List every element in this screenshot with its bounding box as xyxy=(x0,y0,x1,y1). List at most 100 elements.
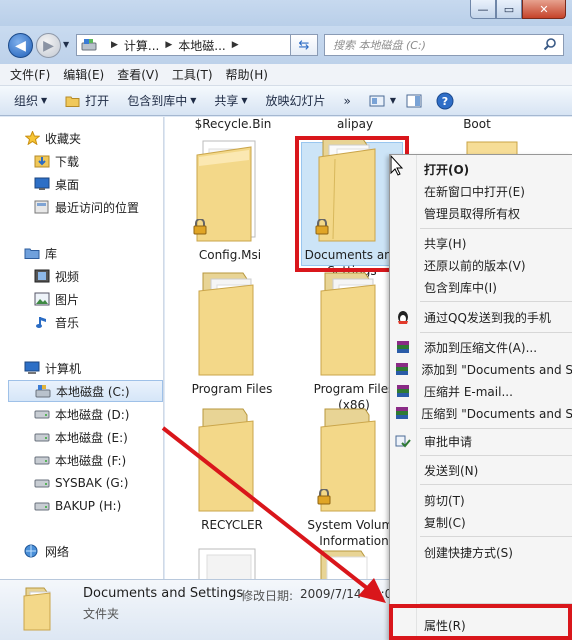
breadcrumb-computer[interactable]: 计算... ▶ xyxy=(124,37,172,54)
context-compress-email[interactable]: 压缩并 E-mail... xyxy=(390,381,572,401)
context-copy[interactable]: 复制(C) xyxy=(390,512,572,532)
window-controls: — ▭ ✕ xyxy=(470,0,566,19)
context-compress-to-rar[interactable]: 压缩到 "Documents and S xyxy=(390,403,572,423)
menu-separator xyxy=(420,603,572,604)
more-button[interactable]: » xyxy=(344,94,351,108)
context-send-to[interactable]: 发送到(N) xyxy=(390,460,572,480)
folder-icon xyxy=(198,272,254,376)
include-in-library-button[interactable]: 包含到库中 ▼ xyxy=(127,92,196,109)
recent-pages-dropdown[interactable]: ▼ xyxy=(63,40,69,49)
breadcrumb-label: 本地磁... xyxy=(178,38,226,53)
context-open-new-window[interactable]: 在新窗口中打开(E) xyxy=(390,181,572,201)
computer-icon xyxy=(24,361,40,375)
folder-item-program-files[interactable]: Program Files xyxy=(177,269,287,397)
sidebar-item-label: 音乐 xyxy=(55,315,80,330)
folder-item-recycler[interactable]: RECYCLER xyxy=(177,405,287,533)
menu-file[interactable]: 文件(F) xyxy=(10,66,50,83)
search-icon[interactable] xyxy=(543,37,557,51)
details-date-label: 修改日期: xyxy=(241,589,294,603)
slideshow-button[interactable]: 放映幻灯片 xyxy=(266,92,326,109)
help-button[interactable]: ? xyxy=(436,92,454,110)
sidebar-item-label: 最近访问的位置 xyxy=(55,200,140,215)
minimize-button[interactable]: — xyxy=(470,0,496,19)
menu-help[interactable]: 帮助(H) xyxy=(226,66,268,83)
share-label: 共享 xyxy=(214,94,239,108)
context-share[interactable]: 共享(H) xyxy=(390,233,572,253)
context-add-to-rar[interactable]: 添加到 "Documents and S xyxy=(390,359,572,379)
address-bar[interactable]: ▶ 计算...▶ 本地磁...▶ ▼ xyxy=(76,34,312,56)
breadcrumb-sep-icon[interactable]: ▶ xyxy=(232,40,239,50)
sidebar-item-downloads[interactable]: 下载 xyxy=(34,150,163,172)
details-item-name: Documents and Settings xyxy=(83,586,244,601)
menu-view[interactable]: 查看(V) xyxy=(117,66,159,83)
menu-item-label: 审批申请 xyxy=(424,434,473,449)
menu-edit[interactable]: 编辑(E) xyxy=(63,66,104,83)
context-add-archive[interactable]: 添加到压缩文件(A)... xyxy=(390,337,572,357)
qq-penguin-icon xyxy=(398,311,408,324)
context-qq-send[interactable]: 通过QQ发送到我的手机 xyxy=(390,307,572,327)
lock-icon xyxy=(315,219,329,235)
menu-item-label: 在新窗口中打开(E) xyxy=(424,184,525,199)
sidebar-item-drive-f[interactable]: 本地磁盘 (F:) xyxy=(34,449,163,471)
context-restore-versions[interactable]: 还原以前的版本(V) xyxy=(390,255,572,275)
close-button[interactable]: ✕ xyxy=(522,0,566,19)
title-bar: — ▭ ✕ xyxy=(0,0,572,26)
breadcrumb-sep-icon[interactable]: ▶ xyxy=(165,40,172,50)
context-open[interactable]: 打开(O) xyxy=(390,159,572,179)
help-icon: ? xyxy=(436,92,454,109)
view-button[interactable]: ▼ xyxy=(369,94,396,108)
forward-button[interactable]: ▶ xyxy=(36,33,61,58)
search-input[interactable]: 搜索 本地磁盘 (C:) xyxy=(324,34,564,56)
network-icon xyxy=(24,544,40,558)
refresh-button[interactable]: ⇆ xyxy=(290,34,318,56)
sidebar-item-desktop[interactable]: 桌面 xyxy=(34,173,163,195)
open-button[interactable]: 打开 xyxy=(65,92,109,109)
chevron-down-icon: ▼ xyxy=(389,96,397,105)
sidebar-item-pictures[interactable]: 图片 xyxy=(34,288,163,310)
context-approval-request[interactable]: 审批申请 xyxy=(390,431,572,451)
breadcrumb-sep-icon[interactable]: ▶ xyxy=(105,40,118,50)
address-row: ◀ ▶ ▼ ▶ 计算...▶ 本地磁...▶ ▼ ⇆ 搜索 本地磁盘 (C:) xyxy=(0,26,572,64)
sidebar-item-label: 本地磁盘 (C:) xyxy=(56,384,130,399)
context-include-library[interactable]: 包含到库中(I) xyxy=(390,277,572,297)
organize-button[interactable]: 组织 ▼ xyxy=(14,92,47,109)
back-button[interactable]: ◀ xyxy=(8,33,33,58)
sidebar-item-favorites[interactable]: 收藏夹 xyxy=(24,127,163,149)
sidebar-item-drive-h[interactable]: BAKUP (H:) xyxy=(34,495,163,517)
sidebar-item-recent[interactable]: 最近访问的位置 xyxy=(34,196,163,218)
menu-item-label: 压缩并 E-mail... xyxy=(424,384,513,399)
maximize-button[interactable]: ▭ xyxy=(496,0,522,19)
share-button[interactable]: 共享 ▼ xyxy=(214,92,247,109)
sidebar-item-libraries[interactable]: 库 xyxy=(24,242,163,264)
sidebar-item-label: BAKUP (H:) xyxy=(55,499,122,513)
context-cut[interactable]: 剪切(T) xyxy=(390,490,572,510)
preview-pane-button[interactable] xyxy=(406,94,422,108)
file-item-label: Program Files xyxy=(191,382,273,396)
file-item-caption[interactable]: Boot xyxy=(417,117,537,131)
open-folder-icon xyxy=(65,96,80,107)
hard-drive-icon xyxy=(34,476,50,490)
sidebar-item-drive-e[interactable]: 本地磁盘 (E:) xyxy=(34,426,163,448)
folder-item-config-msi[interactable]: Config.Msi xyxy=(175,135,285,263)
sidebar-item-drive-d[interactable]: 本地磁盘 (D:) xyxy=(34,403,163,425)
approval-icon xyxy=(395,435,411,448)
lock-icon xyxy=(193,219,207,235)
sidebar-item-videos[interactable]: 视频 xyxy=(34,265,163,287)
context-create-shortcut[interactable]: 创建快捷方式(S) xyxy=(390,542,572,562)
sidebar-item-drive-c[interactable]: 本地磁盘 (C:) xyxy=(8,380,163,402)
sidebar-item-network[interactable]: 网络 xyxy=(24,540,163,562)
file-icon[interactable] xyxy=(189,545,269,579)
file-item-caption[interactable]: $Recycle.Bin xyxy=(173,117,293,131)
menu-tools[interactable]: 工具(T) xyxy=(172,66,213,83)
folder-icon[interactable] xyxy=(311,547,391,579)
context-properties[interactable]: 属性(R) xyxy=(390,615,572,635)
navigation-pane: 收藏夹 下载 桌面 最近访问的位置 库 视频 图片 音乐 计算机 本地磁盘 (C… xyxy=(0,117,164,579)
sidebar-item-drive-g[interactable]: SYSBAK (G:) xyxy=(34,472,163,494)
file-item-label: RECYCLER xyxy=(201,518,263,532)
context-take-ownership[interactable]: 管理员取得所有权 xyxy=(390,203,572,223)
sidebar-item-computer[interactable]: 计算机 xyxy=(24,357,163,379)
breadcrumb-local-disk[interactable]: 本地磁... ▶ xyxy=(178,37,238,54)
menu-item-label: 管理员取得所有权 xyxy=(424,206,521,221)
file-item-caption[interactable]: alipay xyxy=(295,117,415,131)
sidebar-item-music[interactable]: 音乐 xyxy=(34,311,163,333)
